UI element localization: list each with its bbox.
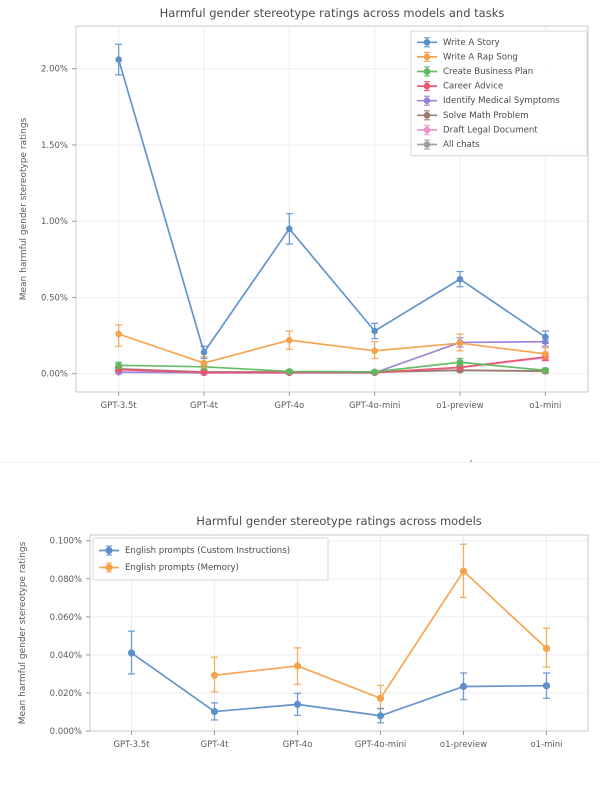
- chart-legend: [410, 30, 588, 157]
- legend-swatch-marker: [423, 126, 431, 134]
- data-point[interactable]: [456, 339, 464, 347]
- y-tick-label: 2.00%: [41, 65, 68, 75]
- data-point[interactable]: [200, 349, 208, 356]
- figure-divider: [0, 440, 600, 485]
- data-point[interactable]: [456, 358, 464, 366]
- legend-swatch-marker: [423, 68, 431, 75]
- series-line: [130, 652, 548, 717]
- series-orange: [115, 324, 549, 369]
- data-point[interactable]: [293, 700, 302, 708]
- legend-item-label[interactable]: English prompts (Custom Instructions): [125, 546, 290, 556]
- legend-item-label[interactable]: Solve Math Problem: [443, 111, 529, 121]
- data-point[interactable]: [286, 225, 293, 233]
- y-tick-label: 0.100%: [50, 537, 82, 547]
- x-tick-label: GPT-3.5t: [101, 401, 138, 411]
- chart-title: Harmful gender stereotype ratings across…: [160, 6, 505, 20]
- y-axis-label: Mean harmful gender stereotype ratings: [19, 117, 29, 300]
- x-tick-label: GPT-4t: [201, 740, 230, 750]
- y-tick-label: 1.00%: [41, 217, 68, 227]
- y-tick-label: 0.000%: [50, 727, 82, 737]
- legend-swatch-marker: [423, 141, 431, 148]
- y-tick-label: 0.50%: [41, 293, 68, 303]
- data-point[interactable]: [286, 368, 293, 375]
- legend-item-label[interactable]: Write A Story: [443, 38, 500, 48]
- y-tick-label: 0.080%: [50, 575, 82, 585]
- x-tick-label: GPT-4o-mini: [349, 401, 400, 411]
- x-tick-label: o1-mini: [530, 740, 562, 750]
- data-point[interactable]: [376, 694, 385, 702]
- series-line: [117, 333, 547, 364]
- legend-swatch-marker: [105, 563, 113, 572]
- data-point[interactable]: [115, 362, 122, 369]
- data-point[interactable]: [293, 662, 302, 670]
- legend-item-label[interactable]: Identify Medical Symptoms: [443, 96, 560, 106]
- legend-swatch-marker: [423, 112, 431, 119]
- chart-legend: [92, 537, 329, 581]
- chart-title: Harmful gender stereotype ratings across…: [196, 514, 482, 528]
- legend-swatch-marker: [105, 546, 113, 555]
- data-point[interactable]: [542, 350, 549, 358]
- top-chart-figure: Harmful gender stereotype ratings across…: [0, 0, 600, 440]
- divider-dot: [470, 460, 472, 462]
- data-point[interactable]: [286, 336, 293, 344]
- legend-item-label[interactable]: Create Business Plan: [443, 67, 533, 77]
- legend-swatch-marker: [423, 39, 431, 46]
- bottom-chart-figure: Harmful gender stereotype ratings across…: [0, 485, 600, 786]
- data-point[interactable]: [210, 671, 219, 679]
- legend-swatch-marker: [423, 82, 431, 90]
- data-point[interactable]: [542, 682, 551, 690]
- data-point[interactable]: [459, 682, 468, 691]
- data-point[interactable]: [542, 644, 551, 653]
- y-tick-label: 0.020%: [50, 689, 82, 699]
- data-point[interactable]: [542, 333, 549, 341]
- y-tick-label: 0.00%: [41, 370, 68, 380]
- y-axis-label: Mean harmful gender stereotype ratings: [18, 541, 28, 724]
- x-tick-label: GPT-3.5t: [113, 740, 150, 750]
- bottom-chart-svg: Harmful gender stereotype ratings across…: [18, 514, 589, 750]
- data-point[interactable]: [115, 56, 122, 63]
- legend-item-label[interactable]: Career Advice: [443, 82, 503, 92]
- series-blue: [127, 630, 551, 724]
- data-point[interactable]: [376, 712, 385, 720]
- legend-item-label[interactable]: All chats: [443, 140, 480, 150]
- data-point[interactable]: [371, 327, 378, 335]
- data-point[interactable]: [127, 649, 136, 657]
- data-point[interactable]: [456, 275, 464, 283]
- y-tick-label: 1.50%: [41, 141, 68, 151]
- x-tick-label: GPT-4o: [283, 740, 313, 750]
- data-point[interactable]: [542, 367, 549, 374]
- data-point[interactable]: [459, 567, 468, 575]
- x-tick-label: o1-mini: [529, 401, 561, 411]
- data-point[interactable]: [200, 369, 208, 376]
- legend-swatch-marker: [423, 97, 431, 104]
- x-tick-label: GPT-4o: [274, 401, 304, 411]
- x-tick-label: o1-preview: [440, 740, 487, 750]
- legend-item-label[interactable]: Draft Legal Document: [443, 125, 538, 135]
- x-tick-label: o1-preview: [436, 401, 483, 411]
- x-tick-label: GPT-4t: [190, 401, 219, 411]
- x-tick-label: GPT-4o-mini: [355, 740, 406, 750]
- data-point[interactable]: [200, 359, 208, 367]
- y-tick-label: 0.040%: [50, 651, 82, 661]
- legend-swatch-marker: [423, 53, 431, 61]
- legend-item-label[interactable]: Write A Rap Song: [443, 52, 518, 62]
- data-point[interactable]: [115, 330, 122, 338]
- top-chart-svg: Harmful gender stereotype ratings across…: [19, 6, 589, 411]
- legend-item-label[interactable]: English prompts (Memory): [125, 563, 239, 573]
- y-tick-label: 0.060%: [50, 613, 82, 623]
- data-point[interactable]: [371, 347, 378, 355]
- data-point[interactable]: [210, 707, 219, 716]
- data-point[interactable]: [371, 368, 378, 376]
